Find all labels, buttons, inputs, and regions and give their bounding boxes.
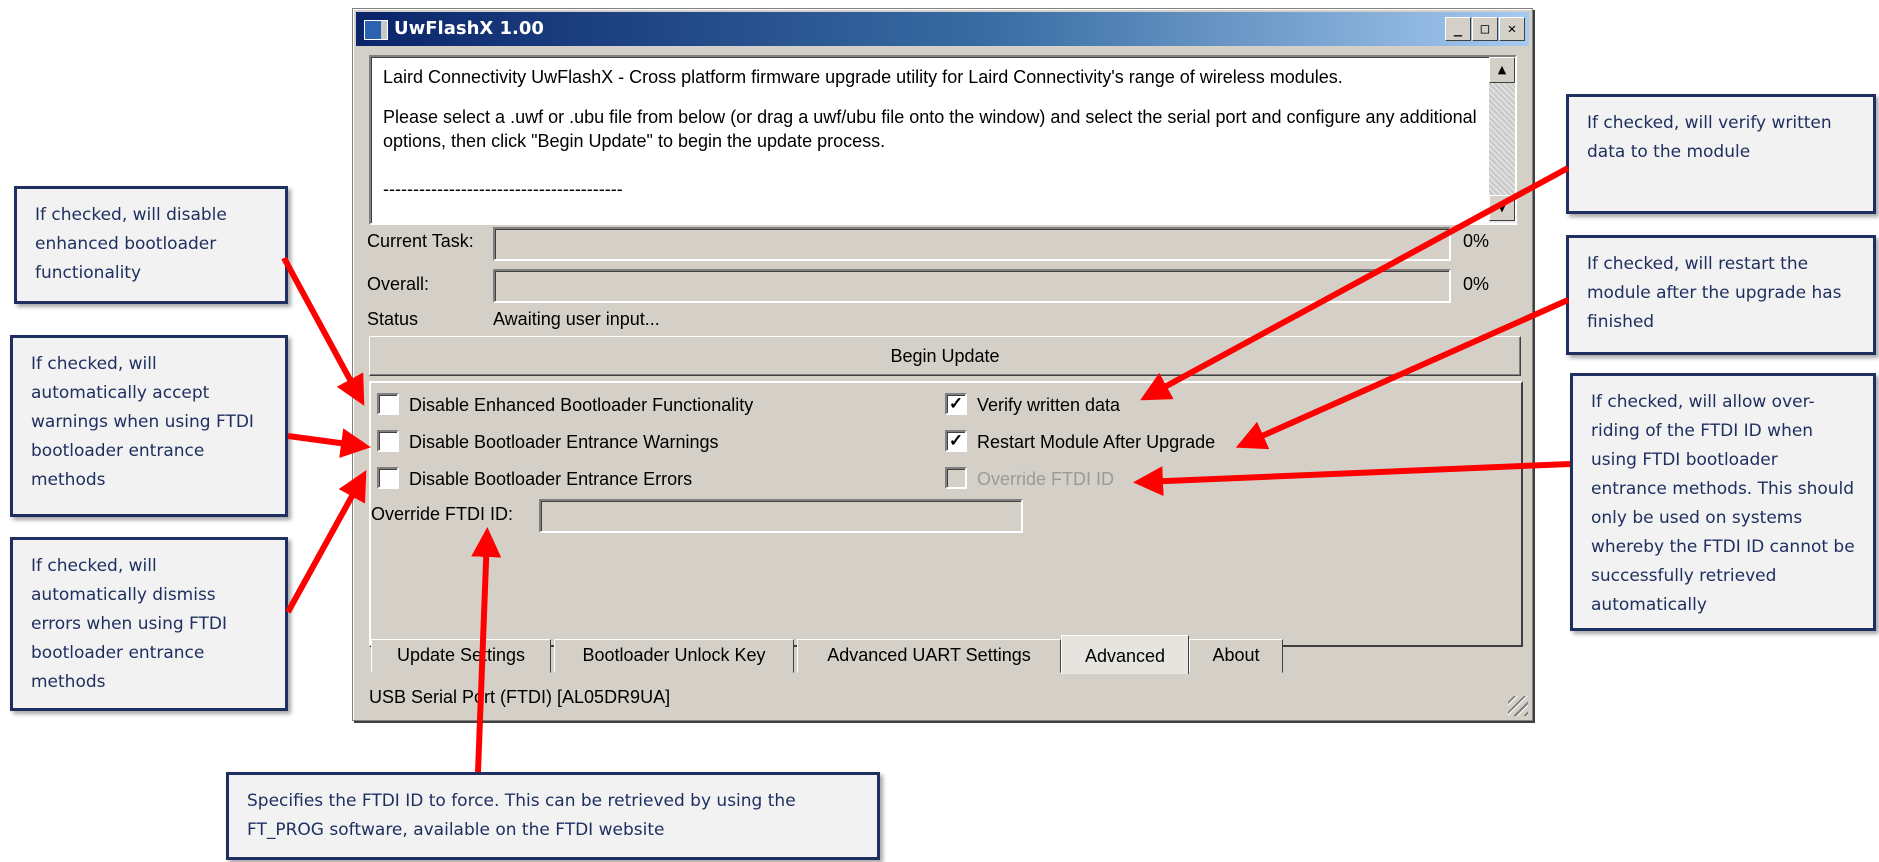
- checkbox-box[interactable]: [377, 393, 399, 416]
- check-mark-icon[interactable]: ✓: [945, 430, 967, 453]
- status-value: Awaiting user input...: [493, 309, 660, 329]
- tab-bootloader-unlock-key[interactable]: Bootloader Unlock Key: [554, 639, 794, 673]
- disable-errors-checkbox[interactable]: Disable Bootloader Entrance Errors: [377, 467, 692, 491]
- callout-disable-warnings: If checked, will automatically accept wa…: [10, 335, 288, 517]
- arrow-to-enhanced: [281, 256, 365, 406]
- log-line: Please select a .uwf or .ubu file from b…: [383, 107, 1477, 151]
- tab-advanced-uart-settings[interactable]: Advanced UART Settings: [797, 639, 1061, 673]
- restart-module-checkbox[interactable]: ✓ Restart Module After Upgrade: [945, 430, 1215, 454]
- callout-verify: If checked, will verify written data to …: [1566, 94, 1876, 214]
- scroll-up-icon[interactable]: ▲: [1489, 57, 1515, 83]
- maximize-button[interactable]: □: [1472, 17, 1498, 41]
- tab-advanced[interactable]: Advanced: [1061, 635, 1189, 674]
- status-bar-port: USB Serial Port (FTDI) [AL05DR9UA]: [369, 687, 671, 707]
- checkbox-label: Disable Bootloader Entrance Errors: [409, 469, 693, 489]
- current-task-progress: [493, 227, 1451, 261]
- log-output[interactable]: Laird Connectivity UwFlashX - Cross plat…: [369, 55, 1517, 225]
- title-bar[interactable]: UwFlashX 1.00 _ □ ✕: [356, 12, 1529, 46]
- uwflashx-window: UwFlashX 1.00 _ □ ✕ Laird Connectivity U…: [352, 8, 1533, 721]
- callout-restart: If checked, will restart the module afte…: [1566, 235, 1876, 355]
- log-line: Laird Connectivity UwFlashX - Cross plat…: [383, 67, 1343, 87]
- callout-disable-errors: If checked, will automatically dismiss e…: [10, 537, 288, 711]
- callout-override-ftdi: If checked, will allow over-riding of th…: [1570, 373, 1876, 631]
- begin-update-button[interactable]: Begin Update: [369, 336, 1521, 376]
- scroll-down-icon[interactable]: ▼: [1489, 195, 1515, 221]
- arrow-to-warnings: [287, 428, 371, 459]
- status-label: Status: [367, 309, 419, 329]
- close-button[interactable]: ✕: [1499, 17, 1525, 41]
- minimize-button[interactable]: _: [1445, 17, 1471, 41]
- ftdi-id-label: Override FTDI ID:: [371, 504, 514, 524]
- checkbox-label: Disable Bootloader Entrance Warnings: [409, 432, 719, 452]
- overall-label: Overall:: [367, 274, 430, 294]
- checkbox-box[interactable]: [377, 467, 399, 490]
- overall-percent: 0%: [1463, 274, 1490, 294]
- tab-about[interactable]: About: [1189, 639, 1283, 673]
- checkbox-label: Verify written data: [977, 395, 1121, 415]
- overall-progress: [493, 269, 1451, 303]
- log-line: ----------------------------------------: [383, 179, 623, 199]
- callout-disable-enhanced: If checked, will disable enhanced bootlo…: [14, 186, 288, 304]
- override-ftdi-checkbox: Override FTDI ID: [945, 467, 1114, 491]
- tab-update-settings[interactable]: Update Settings: [371, 639, 551, 673]
- ftdi-id-input[interactable]: [539, 499, 1023, 533]
- current-task-label: Current Task:: [367, 231, 474, 251]
- verify-written-data-checkbox[interactable]: ✓ Verify written data: [945, 393, 1120, 417]
- check-mark-icon[interactable]: ✓: [945, 393, 967, 416]
- resize-grip-icon[interactable]: [1508, 696, 1528, 716]
- arrow-to-errors: [285, 470, 367, 614]
- checkbox-label: Override FTDI ID: [977, 469, 1115, 489]
- disable-enhanced-checkbox[interactable]: Disable Enhanced Bootloader Functionalit…: [377, 393, 753, 417]
- checkbox-label: Restart Module After Upgrade: [977, 432, 1216, 452]
- disable-warnings-checkbox[interactable]: Disable Bootloader Entrance Warnings: [377, 430, 719, 454]
- vertical-scrollbar[interactable]: ▲ ▼: [1489, 57, 1515, 223]
- window-title: UwFlashX 1.00: [394, 18, 544, 39]
- current-task-percent: 0%: [1463, 231, 1490, 251]
- checkbox-box[interactable]: [377, 430, 399, 453]
- checkbox-label: Disable Enhanced Bootloader Functionalit…: [409, 395, 754, 415]
- app-icon: [364, 20, 388, 40]
- checkbox-box: [945, 467, 967, 490]
- callout-ftdi-id: Specifies the FTDI ID to force. This can…: [226, 772, 880, 860]
- scroll-track[interactable]: [1489, 83, 1515, 195]
